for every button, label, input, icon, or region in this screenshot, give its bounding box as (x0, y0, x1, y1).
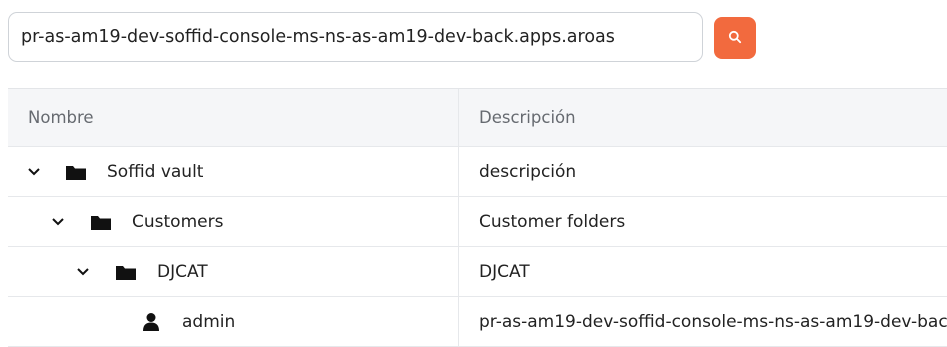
search-button[interactable] (714, 17, 756, 59)
search-input[interactable] (9, 13, 702, 61)
vault-tree-table: Nombre Descripción Soffid vault descripc… (8, 88, 947, 347)
table-header: Nombre Descripción (8, 89, 947, 147)
tree-item-description: pr-as-am19-dev-soffid-console-ms-ns-as-a… (458, 297, 947, 346)
search-bar (8, 12, 938, 62)
folder-icon (89, 212, 113, 232)
user-icon (139, 312, 163, 332)
tree-item-label: Soffid vault (107, 161, 204, 182)
tree-item-description: Customer folders (458, 197, 947, 246)
column-header-description[interactable]: Descripción (458, 89, 947, 146)
tree-row[interactable]: DJCAT DJCAT (8, 247, 947, 297)
search-box (8, 12, 703, 62)
tree-row[interactable]: admin pr-as-am19-dev-soffid-console-ms-n… (8, 297, 947, 347)
tree-item-label: DJCAT (157, 261, 208, 282)
tree-row[interactable]: Soffid vault descripción (8, 147, 947, 197)
tree-item-description: descripción (458, 147, 947, 196)
chevron-down-icon[interactable] (75, 264, 91, 280)
column-header-name[interactable]: Nombre (8, 89, 458, 146)
tree-item-label: Customers (132, 211, 224, 232)
folder-icon (114, 262, 138, 282)
tree-item-description: DJCAT (458, 247, 947, 296)
tree-row[interactable]: Customers Customer folders (8, 197, 947, 247)
chevron-down-icon[interactable] (26, 164, 42, 180)
folder-icon (64, 162, 88, 182)
chevron-down-icon[interactable] (50, 214, 66, 230)
search-icon (728, 29, 742, 48)
tree-item-label: admin (182, 311, 236, 332)
